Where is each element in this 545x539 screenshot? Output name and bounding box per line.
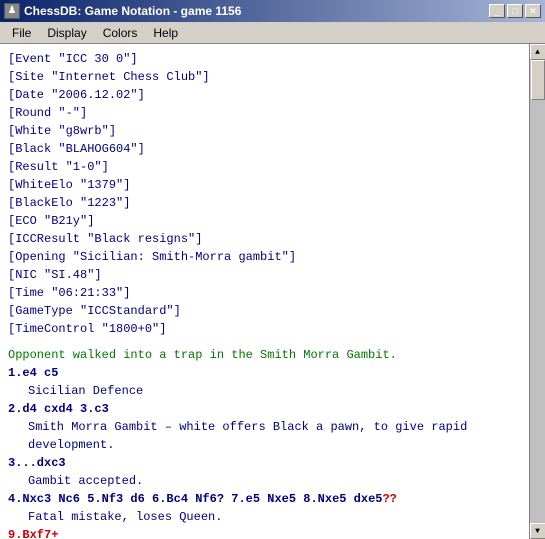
move1-line: 1.e4 c5	[8, 364, 521, 382]
move1-indent: Sicilian Defence	[8, 382, 521, 400]
title-bar: ♟ ChessDB: Game Notation - game 1156 _ □…	[0, 0, 545, 22]
move3-line: 3...dxc3	[8, 454, 521, 472]
close-button[interactable]: ✕	[525, 4, 541, 18]
comment1: Opponent walked into a trap in the Smith…	[8, 346, 521, 364]
menu-file[interactable]: File	[4, 24, 39, 42]
header-event: [Event "ICC 30 0"]	[8, 50, 521, 68]
title-bar-buttons: _ □ ✕	[489, 4, 541, 18]
move4: 4.Nxc3 Nc6 5.Nf3 d6 6.Bc4 Nf6? 7.e5 Nxe5…	[8, 492, 397, 506]
double-question: ??	[382, 492, 396, 506]
header-date: [Date "2006.12.02"]	[8, 86, 521, 104]
header-eco: [ECO "B21y"]	[8, 212, 521, 230]
header-iccresult: [ICCResult "Black resigns"]	[8, 230, 521, 248]
header-round: [Round "-"]	[8, 104, 521, 122]
scroll-track[interactable]	[530, 60, 545, 523]
maximize-button[interactable]: □	[507, 4, 523, 18]
header-time: [Time "06:21:33"]	[8, 284, 521, 302]
move4-line: 4.Nxc3 Nc6 5.Nf3 d6 6.Bc4 Nf6? 7.e5 Nxe5…	[8, 490, 521, 508]
header-result: [Result "1-0"]	[8, 158, 521, 176]
app-icon: ♟	[4, 3, 20, 19]
menu-colors[interactable]: Colors	[95, 24, 146, 42]
header-gametype: [GameType "ICCStandard"]	[8, 302, 521, 320]
header-whiteelo: [WhiteElo "1379"]	[8, 176, 521, 194]
header-blackelo: [BlackElo "1223"]	[8, 194, 521, 212]
move1: 1.e4 c5	[8, 366, 58, 380]
header-opening: [Opening "Sicilian: Smith-Morra gambit"]	[8, 248, 521, 266]
header-white: [White "g8wrb"]	[8, 122, 521, 140]
title-bar-left: ♟ ChessDB: Game Notation - game 1156	[4, 3, 241, 19]
scroll-up-button[interactable]: ▲	[530, 44, 545, 60]
header-black: [Black "BLAHOG604"]	[8, 140, 521, 158]
main-text[interactable]: [Event "ICC 30 0"] [Site "Internet Chess…	[0, 44, 529, 539]
move2-desc: Smith Morra Gambit – white offers Black …	[8, 418, 521, 454]
content-area: [Event "ICC 30 0"] [Site "Internet Chess…	[0, 44, 545, 539]
move2: 2.d4 cxd4 3.c3	[8, 402, 109, 416]
menu-display[interactable]: Display	[39, 24, 94, 42]
move4-desc: Fatal mistake, loses Queen.	[8, 508, 521, 526]
header-site: [Site "Internet Chess Club"]	[8, 68, 521, 86]
header-nic: [NIC "SI.48"]	[8, 266, 521, 284]
title-bar-text: ChessDB: Game Notation - game 1156	[24, 4, 241, 18]
move2-line: 2.d4 cxd4 3.c3	[8, 400, 521, 418]
header-block: [Event "ICC 30 0"] [Site "Internet Chess…	[8, 50, 521, 338]
move5: 9.Bxf7+	[8, 528, 58, 539]
menu-bar: File Display Colors Help	[0, 22, 545, 44]
scrollbar[interactable]: ▲ ▼	[529, 44, 545, 539]
menu-help[interactable]: Help	[145, 24, 186, 42]
minimize-button[interactable]: _	[489, 4, 505, 18]
move5-line: 9.Bxf7+	[8, 526, 521, 539]
move3-indent: Gambit accepted.	[8, 472, 521, 490]
move3: 3...dxc3	[8, 456, 66, 470]
header-timecontrol: [TimeControl "1800+0"]	[8, 320, 521, 338]
scroll-down-button[interactable]: ▼	[530, 523, 545, 539]
scroll-thumb[interactable]	[531, 60, 545, 100]
